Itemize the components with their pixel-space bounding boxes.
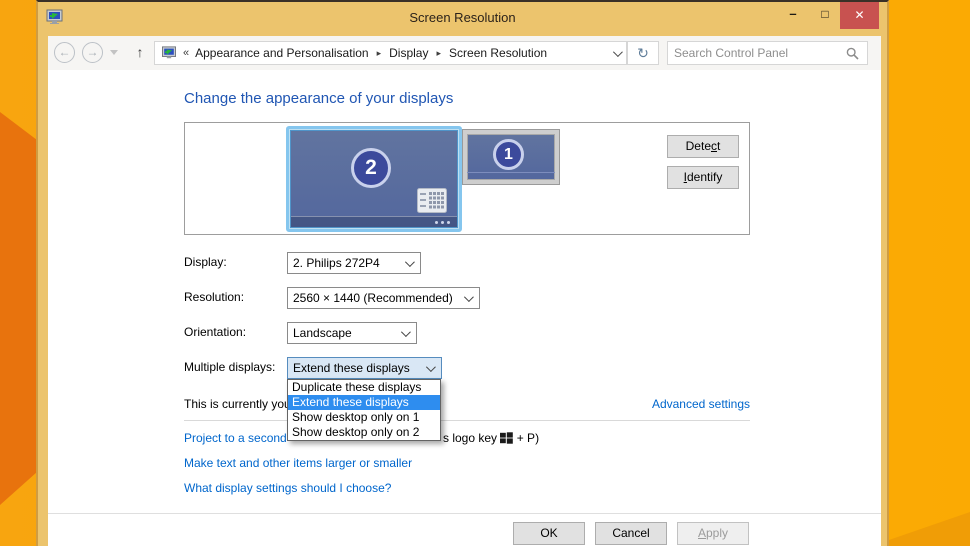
desktop-shade-shape [889,512,970,546]
project-second-screen-link[interactable]: Project to a second [184,431,287,445]
page-title: Change the appearance of your displays [184,90,454,107]
breadcrumb-separator-icon[interactable]: ▸ [434,48,443,59]
breadcrumb-item-screen-resolution[interactable]: Screen Resolution [449,46,547,60]
ok-button[interactable]: OK [513,522,585,545]
monitor-2-preview[interactable]: 2 [286,126,462,232]
monitor-1-preview[interactable]: 1 [463,130,559,184]
section-divider [184,420,750,421]
monitor-1-bezel-line [467,172,555,173]
navigation-bar: ← → ↑ « Appearance and Personalisation ▸… [48,36,881,70]
refresh-button[interactable]: ↻ [627,41,659,65]
current-display-text: This is currently you [184,397,291,411]
dropdown-option-show-only-2[interactable]: Show desktop only on 2 [288,425,440,440]
start-screen-tiles-icon [417,188,447,213]
chevron-down-icon [463,291,474,302]
desktop: Screen Resolution – □ ✕ ← → ↑ « Appearan… [0,0,970,546]
search-icon [846,47,859,60]
address-bar[interactable]: « Appearance and Personalisation ▸ Displ… [154,41,627,65]
monitor-1-number-badge: 1 [493,139,524,170]
resolution-label: Resolution: [184,290,245,304]
breadcrumb-item-display[interactable]: Display [389,46,428,60]
multiple-displays-select[interactable]: Extend these displays [287,357,442,379]
monitor-2-screen: 2 [290,130,458,228]
breadcrumb-item-appearance[interactable]: Appearance and Personalisation [195,46,368,60]
monitor-dots-icon [435,221,450,224]
display-settings-icon [162,46,176,59]
apply-button[interactable]: Apply [677,522,749,545]
display-label: Display: [184,255,227,269]
dropdown-option-extend[interactable]: Extend these displays [288,395,440,410]
project-shortcut-text: s logo key + P) [443,431,540,445]
chevron-down-icon [400,326,411,337]
back-button[interactable]: ← [54,42,75,63]
forward-button[interactable]: → [82,42,103,63]
multiple-displays-dropdown-list: Duplicate these displays Extend these di… [287,379,441,441]
display-arrangement-panel[interactable]: 2 1 Detect Identify [184,122,750,235]
footer-divider [48,513,881,514]
identify-button[interactable]: Identify [667,166,739,189]
titlebar[interactable]: Screen Resolution – □ ✕ [38,2,887,36]
desktop-accent-shape [0,112,37,505]
cancel-button[interactable]: Cancel [595,522,667,545]
dropdown-option-duplicate[interactable]: Duplicate these displays [288,380,440,395]
breadcrumb-separator-icon[interactable]: ▸ [375,48,384,59]
windows-logo-icon [500,432,514,444]
search-input[interactable] [674,43,839,63]
recent-pages-chevron-icon[interactable] [110,50,118,55]
display-settings-help-link[interactable]: What display settings should I choose? [184,481,391,495]
orientation-select[interactable]: Landscape [287,322,417,344]
display-select[interactable]: 2. Philips 272P4 [287,252,421,274]
advanced-settings-link[interactable]: Advanced settings [652,397,750,411]
resolution-select[interactable]: 2560 × 1440 (Recommended) [287,287,480,309]
multiple-displays-label: Multiple displays: [184,360,276,374]
window-client-area: ← → ↑ « Appearance and Personalisation ▸… [48,36,881,546]
monitor-2-number-badge: 2 [351,148,391,189]
chevron-down-icon [425,361,436,372]
maximize-button[interactable]: □ [812,2,838,28]
detect-button[interactable]: Detect [667,135,739,158]
monitor-2-bezel [291,216,457,227]
orientation-label: Orientation: [184,325,247,339]
close-button[interactable]: ✕ [840,2,879,29]
make-text-larger-link[interactable]: Make text and other items larger or smal… [184,456,412,470]
dropdown-option-show-only-1[interactable]: Show desktop only on 1 [288,410,440,425]
search-box[interactable] [667,41,868,65]
screen-resolution-window: Screen Resolution – □ ✕ ← → ↑ « Appearan… [36,0,889,546]
breadcrumb-collapse-icon[interactable]: « [183,47,189,59]
chevron-down-icon [404,256,415,267]
minimize-button[interactable]: – [780,2,806,28]
up-button[interactable]: ↑ [130,43,150,63]
address-dropdown-chevron-icon[interactable] [612,46,623,57]
window-title: Screen Resolution [409,10,516,25]
